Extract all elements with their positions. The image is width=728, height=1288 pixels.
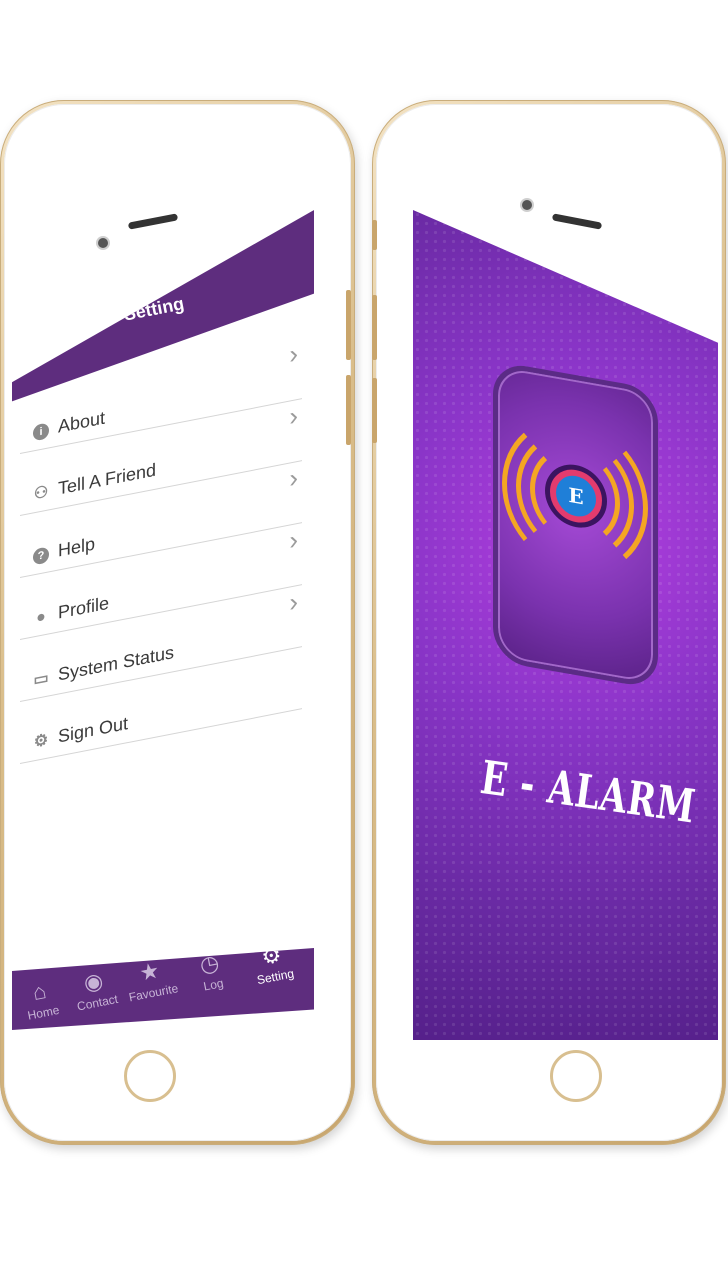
chevron-right-icon: › xyxy=(289,585,298,618)
app-logo: E xyxy=(493,360,658,690)
chevron-right-icon: › xyxy=(289,399,298,432)
front-camera xyxy=(98,238,108,248)
profile-icon: ● xyxy=(36,607,46,627)
menu-item-label: Sign Out xyxy=(58,712,129,747)
chevron-right-icon: › xyxy=(289,523,298,556)
tab-favourite[interactable]: ★ Favourite xyxy=(119,955,184,1005)
tab-setting[interactable]: ⚙ Setting xyxy=(241,948,306,989)
volume-button xyxy=(346,290,351,360)
home-button[interactable] xyxy=(550,1050,602,1102)
monitor-icon: ▭ xyxy=(33,669,49,690)
menu-item-label: About xyxy=(58,407,106,437)
front-camera xyxy=(522,200,532,210)
tab-log[interactable]: ◷ Log xyxy=(179,948,244,997)
menu-item-label: Profile xyxy=(58,592,110,623)
chevron-right-icon: › xyxy=(289,461,298,494)
home-button[interactable] xyxy=(124,1050,176,1102)
mute-switch xyxy=(372,220,377,250)
bottom-tab-bar: ⌂ Home ◉ Contact ★ Favourite ◷ Log ⚙ Set… xyxy=(12,948,314,1030)
tab-contact[interactable]: ◉ Contact xyxy=(63,965,128,1015)
share-user-icon: ⚇ xyxy=(33,483,49,504)
volume-down-button xyxy=(372,378,377,443)
menu-item-label: Help xyxy=(58,533,96,561)
menu-item-label: Tell A Friend xyxy=(58,459,157,499)
volume-button-2 xyxy=(346,375,351,445)
info-icon: i xyxy=(33,422,49,442)
menu-item-label: System Status xyxy=(58,642,175,685)
help-icon: ? xyxy=(33,546,49,566)
volume-up-button xyxy=(372,295,377,360)
gears-icon: ⚙ xyxy=(33,731,49,752)
chevron-right-icon: › xyxy=(289,337,298,370)
splash-screen: E E - ALARM xyxy=(413,210,718,1040)
